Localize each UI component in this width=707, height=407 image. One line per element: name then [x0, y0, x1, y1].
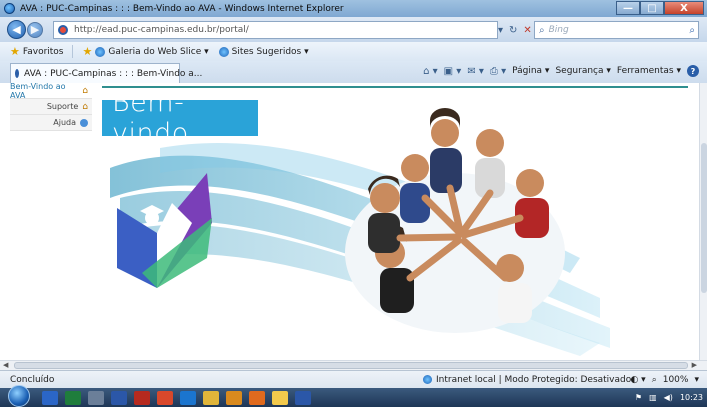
refresh-icon[interactable]: ↻ [509, 25, 517, 36]
search-placeholder: Bing [548, 25, 569, 35]
site-icon [15, 69, 19, 78]
command-bar: ⌂ ▾ ▣ ▾ ✉ ▾ ⎙ ▾ Página ▾ Segurança ▾ Fer… [423, 65, 699, 77]
protected-mode-icon: ◐ ▾ [630, 374, 646, 385]
excel-icon[interactable] [65, 390, 81, 405]
maximize-button[interactable]: □ [640, 1, 664, 15]
ie-taskbar-icon[interactable] [42, 390, 58, 405]
word-doc-icon[interactable] [295, 390, 311, 405]
ie-icon [218, 46, 229, 57]
taskbar: ⚑ ▥ ◀) 10:23 [0, 385, 707, 407]
menu-item-label: Suporte [46, 102, 79, 111]
ie-icon[interactable] [180, 390, 196, 405]
suggested-sites-label: Sites Sugeridos ▾ [231, 46, 309, 57]
print-icon[interactable]: ⎙ ▾ [490, 66, 506, 77]
zoom-icon: ⌕ [651, 374, 657, 385]
home-icon: ⌂ [82, 101, 88, 112]
dropdown-icon[interactable]: ▾ [498, 25, 503, 36]
search-icon: ⌕ [539, 24, 545, 36]
window-controls: — □ X [616, 1, 704, 15]
tools-menu[interactable]: Ferramentas ▾ [617, 66, 681, 76]
feeds-icon[interactable]: ▣ ▾ [444, 66, 462, 77]
status-bar: Concluído Intranet local | Modo Protegid… [0, 370, 707, 388]
system-tray: ⚑ ▥ ◀) 10:23 [635, 393, 703, 402]
menu-item-label: Ajuda [53, 118, 76, 127]
globe-icon [423, 375, 432, 384]
favorites-label: Favoritos [22, 46, 64, 57]
scroll-left-icon[interactable]: ◀ [3, 361, 8, 369]
divider [71, 45, 73, 58]
web-slice-gallery[interactable]: ★ Galeria do Web Slice ▾ [83, 45, 209, 58]
firefox-icon[interactable] [249, 390, 265, 405]
help-icon[interactable]: ? [687, 65, 699, 77]
ie-icon [95, 46, 106, 57]
browser-tab[interactable]: AVA : PUC-Campinas : : : Bem-Vindo a... [10, 63, 202, 83]
explorer-icon[interactable] [88, 390, 104, 405]
tab-label: AVA : PUC-Campinas : : : Bem-Vindo a... [24, 68, 203, 79]
zoom-control[interactable]: ◐ ▾ ⌕ 100% ▾ [630, 375, 699, 385]
home-icon[interactable]: ⌂ ▾ [423, 66, 438, 77]
files-icon[interactable] [272, 390, 288, 405]
title-bar: AVA : PUC-Campinas : : : Bem-Vindo ao AV… [0, 0, 707, 17]
search-go-icon[interactable]: ⌕ [689, 25, 695, 36]
acrobat-icon[interactable] [134, 390, 150, 405]
search-field[interactable]: ⌕ Bing ⌕ [534, 21, 699, 39]
scroll-thumb[interactable] [14, 362, 688, 369]
clock[interactable]: 10:23 [680, 393, 703, 402]
chrome-icon[interactable] [157, 390, 173, 405]
forward-button[interactable]: ▶ [27, 21, 43, 38]
address-bar: ◀ ▶ http://ead.puc-campinas.edu.br/porta… [0, 17, 707, 42]
side-menu: Bem-Vindo ao AVA ⌂ Suporte ⌂ Ajuda [10, 83, 92, 131]
word-icon[interactable] [111, 390, 127, 405]
scroll-thumb[interactable] [701, 143, 707, 293]
vertical-scrollbar[interactable] [699, 83, 707, 360]
tab-row: AVA : PUC-Campinas : : : Bem-Vindo a... … [0, 61, 707, 83]
volume-icon[interactable]: ◀) [664, 393, 673, 402]
web-slice-label: Galeria do Web Slice ▾ [108, 46, 209, 57]
back-button[interactable]: ◀ [7, 20, 26, 39]
menu-item-label: Bem-Vindo ao AVA [10, 83, 66, 100]
horizontal-scrollbar[interactable]: ◀ ▶ [0, 360, 707, 370]
page-menu[interactable]: Página ▾ [512, 66, 549, 76]
menu-item-help[interactable]: Ajuda [10, 115, 92, 131]
students-photo [345, 108, 565, 333]
security-menu[interactable]: Segurança ▾ [555, 66, 610, 76]
network-icon[interactable]: ▥ [649, 393, 657, 402]
star-icon: ★ [10, 45, 20, 58]
url-field[interactable]: http://ead.puc-campinas.edu.br/portal/ [53, 21, 498, 39]
folder-icon[interactable] [203, 390, 219, 405]
flag-icon[interactable]: ⚑ [635, 393, 642, 402]
favorites-bar: ★ Favoritos ★ Galeria do Web Slice ▾ Sit… [0, 42, 707, 61]
zoom-level: 100% [662, 374, 689, 385]
ava-logo [117, 173, 212, 288]
scroll-right-icon[interactable]: ▶ [692, 361, 697, 369]
mail-icon[interactable]: ✉ ▾ [467, 66, 484, 77]
window-title: AVA : PUC-Campinas : : : Bem-Vindo ao AV… [20, 3, 344, 14]
help-icon [80, 118, 88, 127]
add-favorite-icon: ★ [82, 45, 93, 58]
outlook-icon[interactable] [226, 390, 242, 405]
page-content: Bem-Vindo ao AVA ⌂ Suporte ⌂ Ajuda Bem-v… [0, 83, 699, 360]
start-button[interactable] [8, 385, 30, 407]
url-text: http://ead.puc-campinas.edu.br/portal/ [74, 25, 249, 35]
zone-text: Intranet local | Modo Protegido: Desativ… [436, 374, 632, 385]
menu-item-welcome[interactable]: Bem-Vindo ao AVA ⌂ [10, 83, 92, 100]
ie-icon [4, 3, 15, 14]
menu-item-support[interactable]: Suporte ⌂ [10, 99, 92, 115]
minimize-button[interactable]: — [616, 1, 640, 15]
close-button[interactable]: X [664, 1, 704, 15]
security-zone[interactable]: Intranet local | Modo Protegido: Desativ… [423, 375, 631, 385]
favorites-button[interactable]: ★ Favoritos [10, 45, 64, 58]
status-text: Concluído [10, 374, 55, 385]
site-icon [58, 25, 68, 35]
suggested-sites[interactable]: Sites Sugeridos ▾ [218, 46, 309, 57]
stop-icon[interactable]: ✕ [523, 25, 531, 36]
url-buttons: ▾ ↻ ✕ [498, 21, 532, 39]
zoom-dropdown-icon: ▾ [694, 374, 699, 385]
home-icon: ⌂ [82, 85, 88, 96]
